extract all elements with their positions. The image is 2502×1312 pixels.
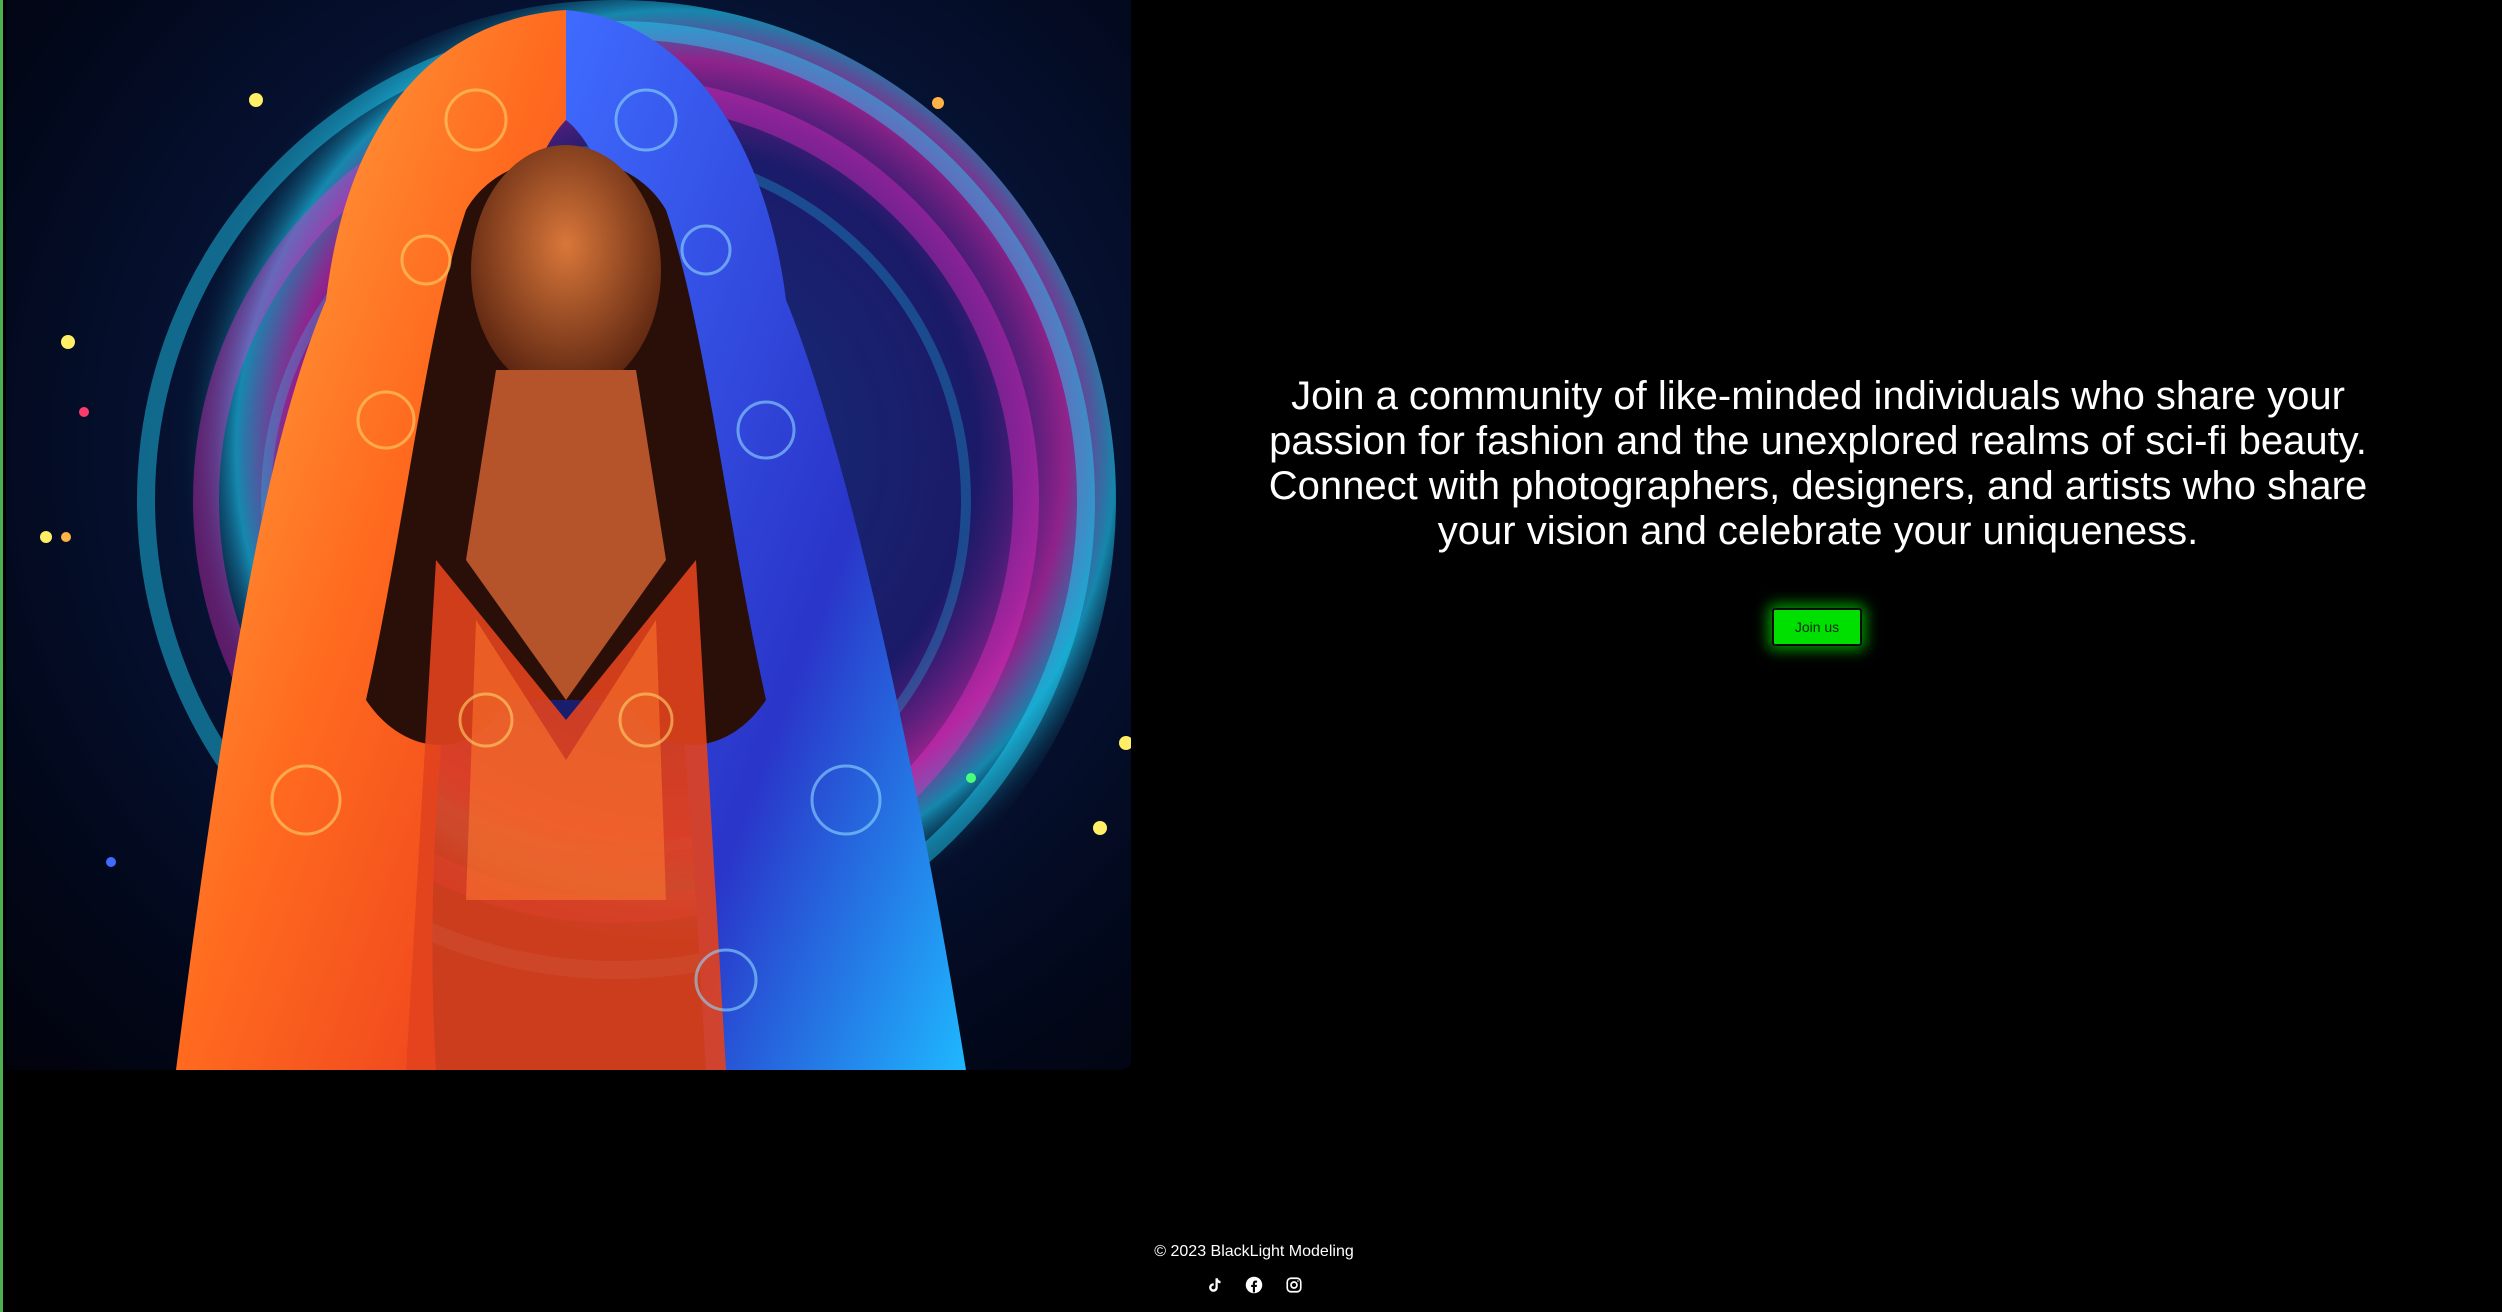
intro-text: Join a community of like-minded individu…: [1268, 374, 2368, 553]
hero-illustration: [40, 0, 1131, 1070]
copyright-text: © 2023 BlackLight Modeling: [1154, 1243, 1354, 1260]
social-links: [3, 1276, 2502, 1294]
hero-image: [6, 0, 1131, 1070]
page: Join a community of like-minded individu…: [0, 0, 2502, 1312]
footer: © 2023 BlackLight Modeling: [3, 1242, 2502, 1294]
join-us-button[interactable]: Join us: [1772, 608, 1862, 646]
instagram-icon[interactable]: [1285, 1276, 1303, 1294]
facebook-icon[interactable]: [1245, 1276, 1263, 1294]
tiktok-icon[interactable]: [1205, 1276, 1223, 1294]
